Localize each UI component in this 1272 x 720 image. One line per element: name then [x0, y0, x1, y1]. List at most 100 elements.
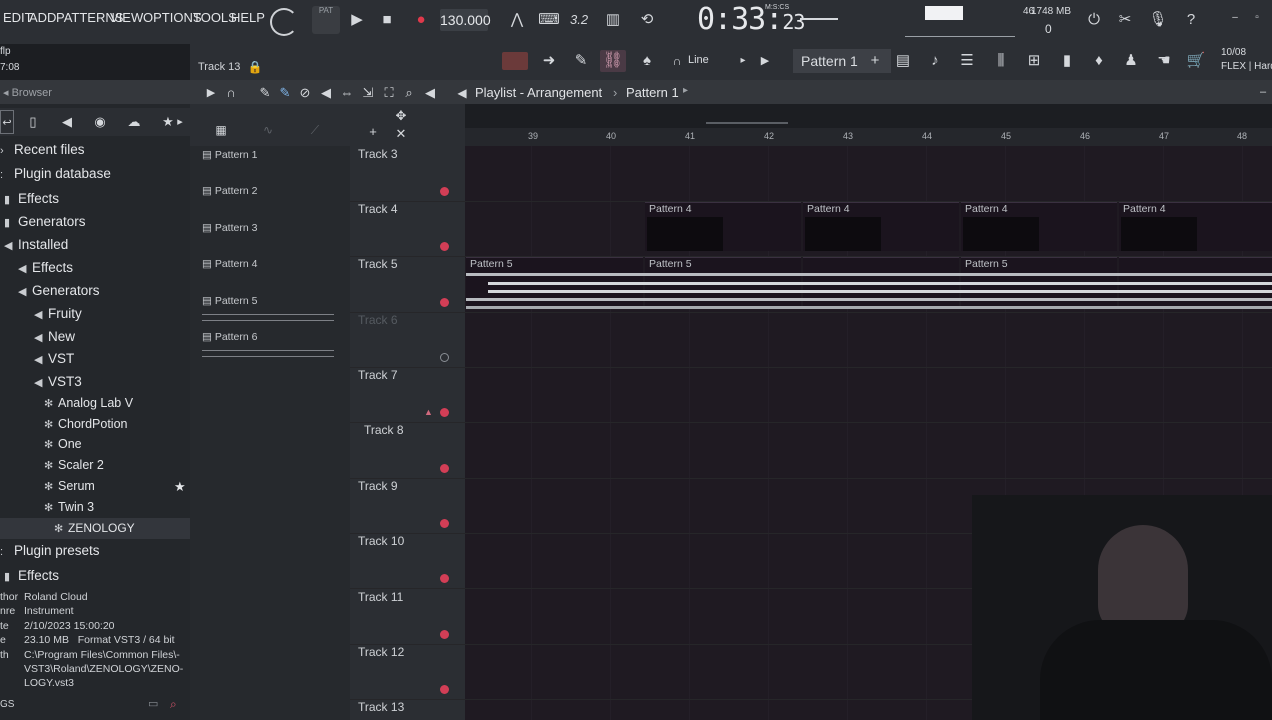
automation-icon[interactable]: ⟋ — [302, 118, 328, 142]
tree-item[interactable]: ✻ ChordPotion — [44, 417, 128, 431]
track-label[interactable]: Track 8 — [364, 423, 404, 437]
pattern-clip[interactable]: Pattern 4 — [961, 202, 1117, 251]
browser-tab-cloud-icon[interactable]: ☁ — [121, 110, 147, 134]
plugin-picker-icon[interactable]: ▮ — [1054, 49, 1080, 73]
pat-song-toggle[interactable]: PAT — [312, 6, 340, 34]
piano-roll-icon[interactable] — [502, 52, 528, 70]
cut-icon[interactable]: ✂ — [1112, 8, 1138, 32]
browser-tab-more-icon[interactable]: ▸ — [172, 110, 188, 134]
stop-icon[interactable]: ■ — [374, 8, 400, 32]
track-label[interactable]: Track 5 — [358, 257, 398, 271]
tree-item[interactable]: ◀ VST3 — [34, 374, 82, 389]
help-icon[interactable]: ? — [1178, 8, 1204, 32]
piano-roll-view-icon[interactable]: ♪ — [922, 49, 948, 73]
cart-icon[interactable]: 🛒 — [1183, 49, 1209, 73]
mixer-icon[interactable]: ⫼ — [988, 49, 1014, 73]
browser-icon[interactable]: ⊞ — [1021, 49, 1047, 73]
tree-item[interactable]: ▮ Effects — [4, 191, 59, 206]
pattern-clip[interactable]: Pattern 4 — [1119, 202, 1272, 251]
track-mute-led[interactable] — [440, 353, 449, 362]
picker-item[interactable]: ▤ Pattern 5 — [202, 295, 334, 307]
pencil-icon[interactable]: ✎ — [568, 49, 594, 73]
microphone-icon[interactable]: 🎙 — [1145, 8, 1171, 32]
browser-tab-files-icon[interactable]: ▯ — [20, 110, 46, 134]
tree-item-selected[interactable]: ✻ ZENOLOGY — [54, 521, 135, 535]
tree-item[interactable]: ◀ Effects — [18, 260, 73, 275]
horizontal-scrollbar[interactable] — [706, 122, 788, 124]
maximize-icon[interactable]: ▫ — [1244, 6, 1270, 30]
play-icon[interactable]: ▶ — [344, 8, 370, 32]
track-label[interactable]: Track 9 — [358, 479, 398, 493]
link-icon[interactable]: ⛓ — [600, 50, 626, 72]
track-label[interactable]: Track 3 — [358, 147, 398, 161]
track-label[interactable]: Track 11 — [358, 590, 403, 604]
stamp-icon[interactable]: ♠ — [634, 49, 660, 73]
tree-item[interactable]: ✻ Twin 3 — [44, 500, 94, 514]
track-label[interactable]: Track 7 — [358, 368, 398, 382]
tree-item[interactable]: ▮ Generators — [4, 214, 86, 229]
tree-item[interactable]: ◀ New — [34, 329, 75, 344]
pattern-clip[interactable]: Pattern 4 — [803, 202, 959, 251]
playback-icon[interactable]: ◀ — [417, 81, 443, 105]
hand-icon[interactable]: ☚ — [1151, 49, 1177, 73]
master-volume-knob-icon[interactable] — [270, 8, 298, 36]
track-mute-led[interactable] — [440, 408, 449, 417]
playlist-icon[interactable]: ▤ — [890, 49, 916, 73]
track-mute-led[interactable] — [440, 630, 449, 639]
picker-item[interactable]: ▤ Pattern 3 — [202, 222, 334, 234]
tree-item[interactable]: ✻ Scaler 2 — [44, 458, 104, 472]
lock-icon[interactable]: 🔒 — [242, 55, 268, 79]
tree-item[interactable]: ◀ Fruity — [34, 306, 82, 321]
menu-help[interactable]: HELP — [231, 10, 265, 25]
tree-item[interactable]: : Plugin presets — [0, 543, 100, 558]
step-display[interactable]: 3.2 — [570, 12, 588, 27]
pattern-prev-icon[interactable]: ▶ — [752, 49, 778, 73]
tree-item[interactable]: ✻ One — [44, 437, 82, 451]
search-icon[interactable]: ⌕ — [170, 697, 177, 712]
piano-icon[interactable]: ▦ — [208, 118, 234, 142]
tempo-display[interactable]: 130.000 — [440, 9, 491, 31]
magnet-icon[interactable]: ∩ — [664, 49, 690, 73]
wait-input-icon[interactable]: ⌨ — [536, 8, 562, 32]
menu-view[interactable]: VIEW — [110, 10, 143, 25]
picker-item[interactable]: ▤ Pattern 1 — [202, 149, 334, 161]
typing-keyboard-icon[interactable]: ▥ — [600, 8, 626, 32]
track-label[interactable]: Track 10 — [358, 534, 404, 548]
tree-item[interactable]: ◀ VST — [34, 351, 74, 366]
track-label[interactable]: Track 4 — [358, 202, 398, 216]
playlist-pattern[interactable]: Pattern 1 — [626, 85, 679, 100]
loop-record-icon[interactable]: ⟲ — [634, 8, 660, 32]
browser-tab-audio-icon[interactable]: ◀ — [54, 110, 80, 134]
track-label[interactable]: Track 6 — [358, 313, 398, 327]
tree-item[interactable]: ◀ Generators — [18, 283, 100, 298]
tree-item[interactable]: › Recent files — [0, 142, 85, 157]
pattern-clip[interactable]: Pattern 4 — [645, 202, 801, 251]
folder-small-icon[interactable]: ▭ — [148, 697, 158, 710]
picker-item[interactable]: ▤ Pattern 2 — [202, 185, 334, 197]
main-pitch-slider[interactable] — [800, 18, 838, 20]
undo-history-icon[interactable]: ⏻ — [1081, 8, 1107, 32]
favorite-star-icon[interactable]: ★ — [174, 479, 186, 495]
menu-add[interactable]: ADD — [29, 10, 56, 25]
snap-label[interactable]: Line — [688, 54, 709, 66]
tree-item[interactable]: ✻ Analog Lab V — [44, 396, 133, 410]
news-label[interactable]: FLEX | Hard — [1221, 61, 1272, 72]
tempo-icon[interactable]: ♟ — [1118, 49, 1144, 73]
metronome-icon[interactable]: ⋀ — [504, 8, 530, 32]
channel-rack-icon[interactable]: ☰ — [954, 49, 980, 73]
waveform-icon[interactable]: ∿ — [255, 118, 281, 142]
move-icon[interactable]: ✥ — [388, 104, 414, 128]
arrow-right-icon[interactable]: ➜ — [536, 49, 562, 73]
track-label[interactable]: Track 13 — [358, 700, 404, 714]
tree-item[interactable]: ◀ Installed — [4, 237, 68, 252]
browser-tab-all-icon[interactable]: ↩ — [0, 110, 14, 134]
track-mute-led[interactable] — [440, 519, 449, 528]
record-icon[interactable]: ● — [408, 8, 434, 32]
close-playlist-icon[interactable]: – — [1250, 80, 1272, 104]
track-mute-led[interactable] — [440, 242, 449, 251]
add-pattern-icon[interactable]: + — [862, 49, 888, 73]
track-mute-led[interactable] — [440, 298, 449, 307]
browser-tab-plugins-icon[interactable]: ◉ — [87, 110, 113, 134]
tree-item[interactable]: : Plugin database — [0, 166, 111, 181]
tree-item[interactable]: ✻ Serum — [44, 479, 95, 493]
